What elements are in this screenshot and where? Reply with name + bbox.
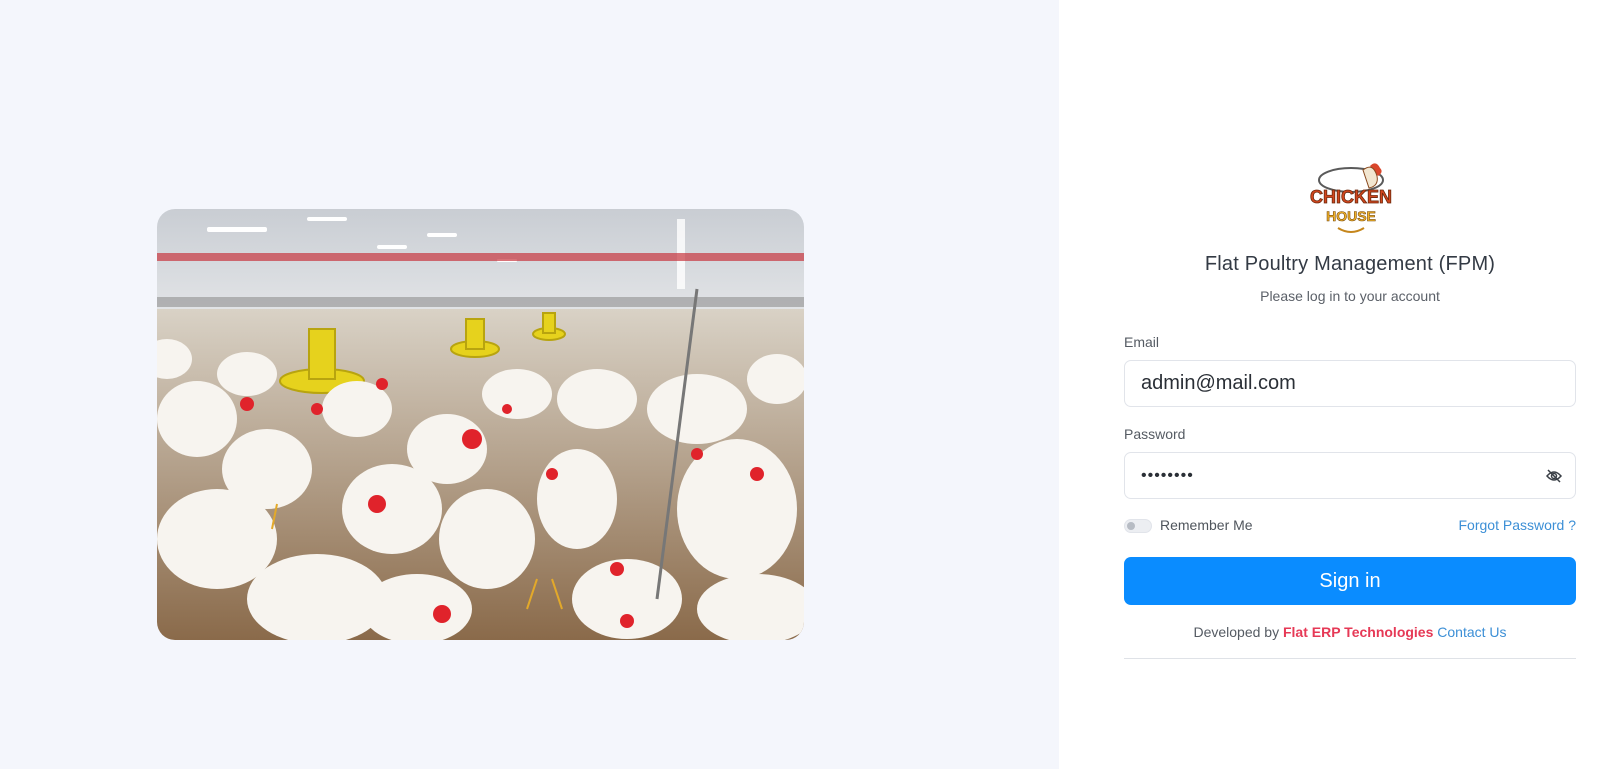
logo-text-bottom: HOUSE [1326,208,1376,224]
eye-off-icon[interactable] [1545,467,1563,485]
developed-by-label: Developed by [1193,624,1280,640]
chicken-house-logo: CHICKEN HOUSE [1308,158,1394,238]
remember-me-label: Remember Me [1160,517,1253,533]
app-title: Flat Poultry Management (FPM) [1204,253,1496,275]
toggle-knob [1127,522,1135,530]
password-field[interactable] [1141,453,1541,498]
password-label: Password [1124,426,1186,442]
email-label: Email [1124,334,1160,350]
login-panel: CHICKEN HOUSE Flat Poultry Management (F… [1059,0,1600,769]
logo-text-top: CHICKEN [1310,187,1392,207]
brand-name-link[interactable]: Flat ERP Technologies [1283,624,1433,640]
app-subtitle: Please log in to your account [1260,288,1440,304]
sign-in-button[interactable]: Sign in [1124,557,1576,605]
remember-row: Remember Me Forgot Password ? [1124,516,1576,536]
forgot-password-link[interactable]: Forgot Password ? [1459,517,1577,533]
footer-divider [1124,658,1576,659]
contact-us-link[interactable]: Contact Us [1437,624,1506,640]
password-field-wrapper [1124,452,1576,499]
email-field-wrapper [1124,360,1576,407]
left-pane [0,0,1059,769]
poultry-farm-image [157,209,804,640]
remember-me-toggle[interactable] [1124,519,1152,533]
email-field[interactable] [1141,361,1541,406]
footer-credits: Developed by Flat ERP Technologies Conta… [1124,624,1576,640]
login-page: CHICKEN HOUSE Flat Poultry Management (F… [0,0,1600,769]
